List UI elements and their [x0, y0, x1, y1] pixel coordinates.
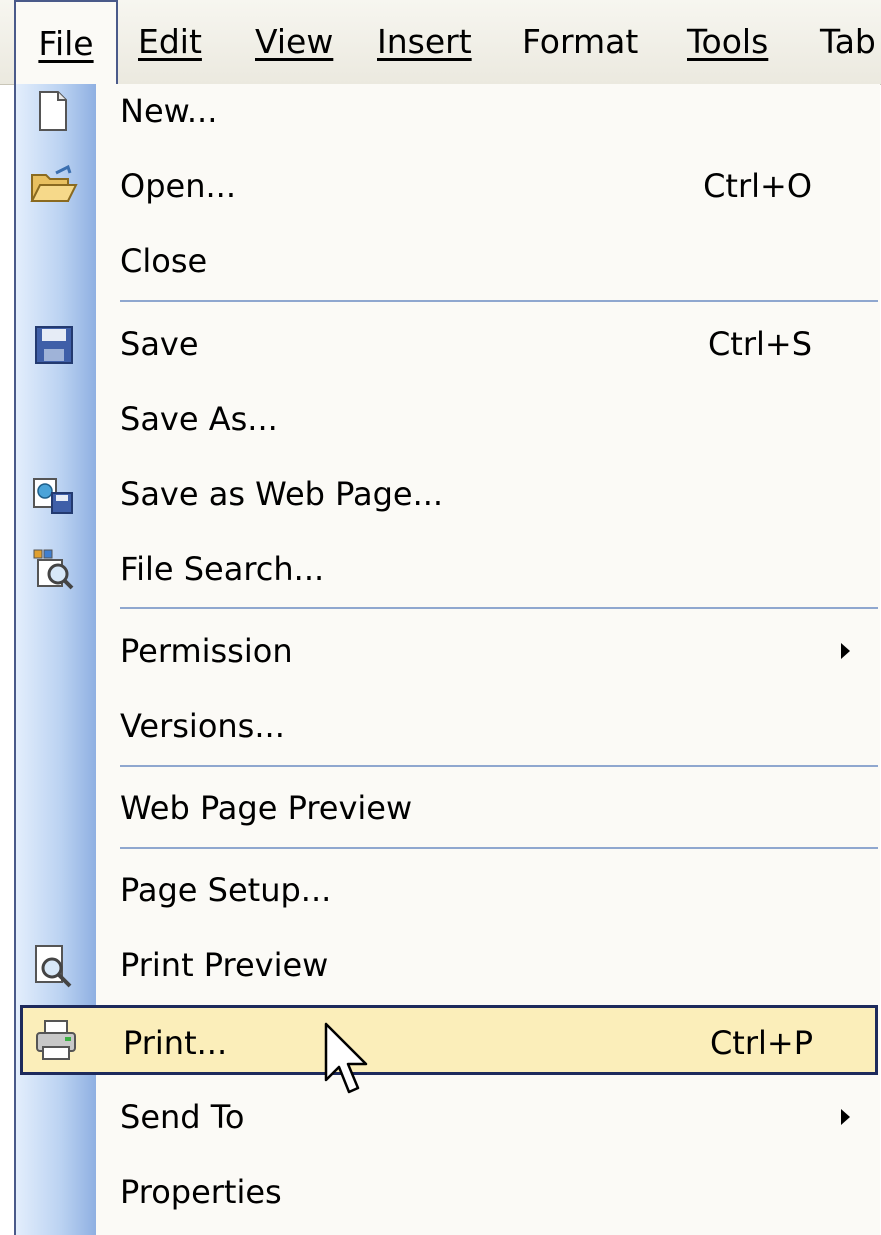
menu-item-shortcut: Ctrl+S [707, 325, 812, 363]
menu-view[interactable]: View [255, 0, 333, 84]
menu-tools-label: Tools [687, 22, 769, 61]
application-window: File Edit View Insert Format Tools Tab N… [0, 0, 881, 1235]
menu-item-close[interactable]: Close [16, 226, 878, 296]
menu-item-print[interactable]: Print... Ctrl+P [20, 1005, 878, 1075]
menu-item-label: New... [120, 92, 218, 130]
menu-table-label: Tab [820, 22, 876, 61]
menu-item-label: Page Setup... [120, 871, 332, 909]
menu-format-label: Format [522, 22, 639, 61]
menu-item-versions[interactable]: Versions... [16, 691, 878, 761]
menu-item-open[interactable]: Open... Ctrl+O [16, 151, 878, 221]
save-floppy-icon [35, 326, 73, 364]
menu-separator [120, 300, 878, 302]
menu-item-label: Permission [120, 632, 293, 670]
menu-item-print-preview[interactable]: Print Preview [16, 930, 878, 1000]
menu-item-shortcut: Ctrl+O [703, 167, 812, 205]
menu-item-label: File Search... [120, 550, 325, 588]
mouse-pointer-icon [324, 1022, 368, 1094]
menu-item-send-to[interactable]: Send To [16, 1082, 878, 1152]
menu-insert-label: Insert [377, 22, 472, 61]
menu-item-new[interactable]: New... [16, 76, 878, 146]
menu-item-label: Versions... [120, 707, 285, 745]
file-search-icon [33, 549, 74, 590]
menu-edit[interactable]: Edit [138, 0, 202, 84]
save-web-page-icon [33, 478, 73, 514]
menu-view-label: View [255, 22, 334, 61]
menu-item-save-as-web-page[interactable]: Save as Web Page... [16, 459, 878, 529]
menu-item-label: Properties [120, 1173, 282, 1211]
menu-separator [120, 765, 878, 767]
menu-item-save[interactable]: Save Ctrl+S [16, 309, 878, 379]
menu-item-label: Save [120, 325, 199, 363]
menu-bar: File Edit View Insert Format Tools Tab [0, 0, 881, 86]
menu-item-label: Print Preview [120, 946, 329, 984]
submenu-arrow-icon [841, 1109, 850, 1125]
menu-separator [120, 847, 878, 849]
open-folder-icon [30, 164, 78, 202]
menu-item-label: Send To [120, 1098, 245, 1136]
new-document-icon [39, 91, 67, 131]
menu-edit-label: Edit [138, 22, 202, 61]
menu-item-page-setup[interactable]: Page Setup... [16, 855, 878, 925]
menu-file[interactable]: File [14, 0, 118, 86]
menu-separator [120, 607, 878, 609]
menu-item-permission[interactable]: Permission [16, 616, 878, 686]
menu-item-save-as[interactable]: Save As... [16, 384, 878, 454]
file-menu-dropdown: New... Open... Ctrl+O Close Save Ctrl+S … [14, 84, 880, 1235]
menu-insert[interactable]: Insert [377, 0, 472, 84]
menu-item-label: Save As... [120, 400, 278, 438]
menu-item-web-page-preview[interactable]: Web Page Preview [16, 773, 878, 843]
menu-item-label: Close [120, 242, 208, 280]
submenu-arrow-icon [841, 643, 850, 659]
menu-table[interactable]: Tab [820, 0, 876, 84]
menu-file-label: File [38, 24, 94, 63]
menu-item-label: Open... [120, 167, 236, 205]
print-preview-icon [35, 945, 72, 988]
menu-item-shortcut: Ctrl+P [709, 1024, 813, 1062]
menu-item-label: Print... [123, 1024, 228, 1062]
menu-item-label: Web Page Preview [120, 789, 413, 827]
menu-tools[interactable]: Tools [687, 0, 768, 84]
menu-item-properties[interactable]: Properties [16, 1157, 878, 1227]
printer-icon [36, 1020, 76, 1060]
menu-item-file-search[interactable]: File Search... [16, 534, 878, 604]
menu-item-label: Save as Web Page... [120, 475, 444, 513]
menu-format[interactable]: Format [522, 0, 638, 84]
